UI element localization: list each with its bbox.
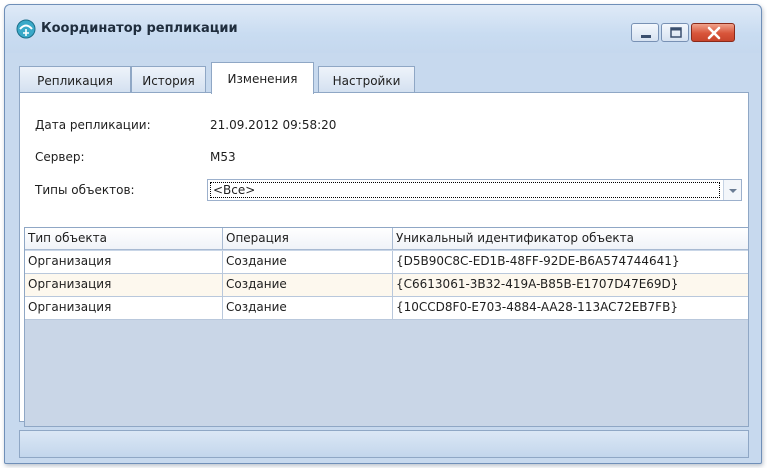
object-types-select[interactable]: <Все>: [207, 179, 742, 201]
tab-strip: Репликация История Изменения Настройки: [19, 62, 749, 94]
column-header-object-type[interactable]: Тип объекта: [25, 228, 223, 249]
table-row[interactable]: Организация Создание {D5B90C8C-ED1B-48FF…: [25, 251, 748, 274]
close-icon: [707, 26, 721, 40]
chevron-down-icon: [729, 189, 737, 193]
cell-object-id: {C6613061-3B32-419A-B85B-E1707D47E69D}: [396, 277, 679, 291]
title-bar[interactable]: Координатор репликации: [5, 5, 761, 53]
tab-history[interactable]: История: [131, 66, 206, 93]
cell-operation: Создание: [223, 297, 393, 319]
column-header-object-id[interactable]: Уникальный идентификатор объекта: [393, 228, 748, 249]
table-header: Тип объекта Операция Уникальный идентифи…: [25, 228, 748, 250]
replication-icon: [16, 19, 36, 39]
tab-settings[interactable]: Настройки: [318, 66, 415, 93]
tab-replication[interactable]: Репликация: [19, 66, 131, 93]
server-label: Сервер:: [35, 150, 85, 164]
cell-operation: Создание: [223, 274, 393, 296]
object-types-select-value: <Все>: [210, 182, 720, 198]
object-types-label: Типы объектов:: [35, 183, 135, 197]
server-value: M53: [210, 150, 236, 164]
column-header-operation[interactable]: Операция: [223, 228, 393, 249]
replication-date-value: 21.09.2012 09:58:20: [210, 118, 337, 132]
status-bar: [19, 430, 749, 458]
table-row[interactable]: Организация Создание {10CCD8F0-E703-4884…: [25, 297, 748, 320]
window-title: Координатор репликации: [41, 21, 238, 36]
close-button[interactable]: [691, 23, 735, 42]
cell-object-id: {D5B90C8C-ED1B-48FF-92DE-B6A574744641}: [396, 254, 680, 268]
dropdown-arrow-button[interactable]: [723, 180, 741, 200]
changes-panel: Дата репликации: 21.09.2012 09:58:20 Сер…: [19, 92, 749, 427]
cell-object-type: Организация: [25, 251, 223, 273]
tab-changes[interactable]: Изменения: [211, 62, 314, 94]
changes-table[interactable]: Тип объекта Операция Уникальный идентифи…: [24, 227, 749, 427]
cell-object-type: Организация: [25, 297, 223, 319]
cell-object-id: {10CCD8F0-E703-4884-AA28-113AC72EB7FB}: [396, 300, 678, 314]
cell-object-type: Организация: [25, 274, 223, 296]
table-row[interactable]: Организация Создание {C6613061-3B32-419A…: [25, 274, 748, 297]
app-window: Координатор репликации Репликация Истори…: [4, 4, 762, 464]
cell-operation: Создание: [223, 251, 393, 273]
minimize-icon: [641, 35, 651, 38]
minimize-button[interactable]: [631, 23, 659, 42]
maximize-icon: [670, 27, 682, 38]
replication-date-label: Дата репликации:: [35, 118, 151, 132]
maximize-button[interactable]: [661, 23, 689, 42]
